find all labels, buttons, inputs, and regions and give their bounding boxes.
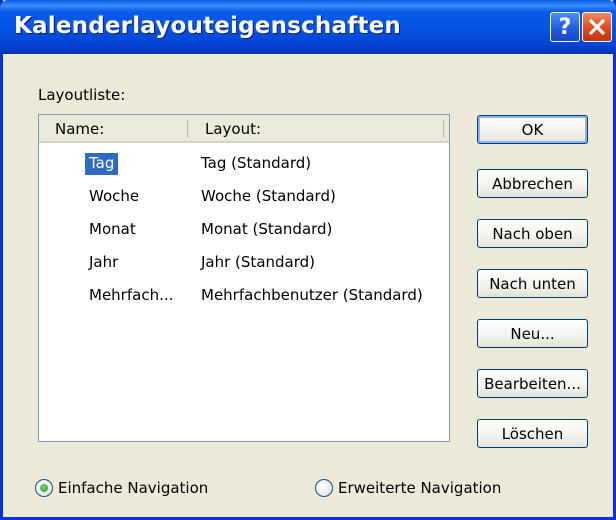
help-button[interactable]: ?: [550, 12, 580, 42]
radio-label: Einfache Navigation: [58, 479, 209, 497]
column-header-name[interactable]: Name:: [55, 120, 104, 138]
edit-button[interactable]: Bearbeiten...: [477, 369, 588, 398]
list-row-jahr[interactable]: Jahr Jahr (Standard): [39, 252, 449, 276]
radio-button[interactable]: [35, 479, 53, 497]
radio-extended-navigation[interactable]: Erweiterte Navigation: [315, 478, 501, 498]
list-row-monat[interactable]: Monat Monat (Standard): [39, 219, 449, 243]
row-name: Mehrfach...: [89, 286, 174, 304]
dialog-window: Kalenderlayouteigenschaften ? Layoutlist…: [0, 0, 616, 520]
ok-button[interactable]: OK: [477, 115, 588, 144]
cancel-button[interactable]: Abbrechen: [477, 169, 588, 198]
move-up-button[interactable]: Nach oben: [477, 219, 588, 248]
layout-listview[interactable]: Name: Layout: Tag Tag (Standard) Woche W…: [38, 114, 450, 442]
list-row-tag[interactable]: Tag Tag (Standard): [39, 153, 449, 177]
radio-label: Erweiterte Navigation: [338, 479, 502, 497]
row-layout: Mehrfachbenutzer (Standard): [201, 286, 423, 304]
row-layout: Monat (Standard): [201, 220, 333, 238]
radio-simple-navigation[interactable]: Einfache Navigation: [35, 478, 208, 498]
row-name: Woche: [89, 187, 140, 205]
close-button[interactable]: [582, 12, 612, 42]
row-layout: Woche (Standard): [201, 187, 336, 205]
row-layout: Tag (Standard): [201, 154, 312, 172]
radio-selected-dot: [40, 484, 48, 492]
list-row-mehrfach[interactable]: Mehrfach... Mehrfachbenutzer (Standard): [39, 285, 449, 309]
radio-button[interactable]: [315, 479, 333, 497]
column-separator-end[interactable]: [443, 120, 444, 138]
move-down-button[interactable]: Nach unten: [477, 269, 588, 298]
window-title: Kalenderlayouteigenschaften: [14, 13, 401, 39]
title-bar[interactable]: Kalenderlayouteigenschaften ?: [0, 0, 616, 54]
layout-list-label: Layoutliste:: [38, 86, 126, 104]
delete-button[interactable]: Löschen: [477, 419, 588, 448]
help-icon: ?: [558, 14, 572, 40]
row-name: Tag: [85, 153, 119, 175]
list-row-woche[interactable]: Woche Woche (Standard): [39, 186, 449, 210]
column-header-layout[interactable]: Layout:: [205, 120, 261, 138]
list-header: Name: Layout:: [39, 115, 449, 143]
row-name: Jahr: [89, 253, 119, 271]
row-layout: Jahr (Standard): [201, 253, 316, 271]
column-separator[interactable]: [187, 120, 188, 138]
close-icon: [589, 19, 605, 35]
new-button[interactable]: Neu...: [477, 319, 588, 348]
row-name: Monat: [89, 220, 136, 238]
